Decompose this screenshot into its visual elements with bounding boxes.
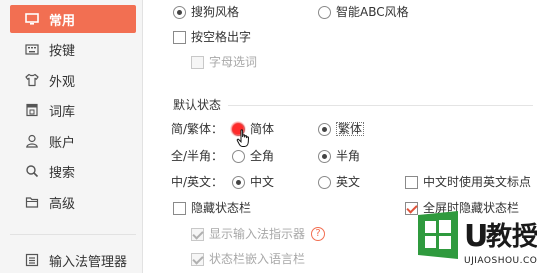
traditional-radio[interactable] xyxy=(318,123,331,136)
half-width-radio[interactable] xyxy=(318,150,331,163)
english-punct-label: 中文时使用英文标点 xyxy=(423,175,532,189)
sidebar-item-advanced[interactable]: 高级 xyxy=(10,188,136,216)
full-width-radio[interactable] xyxy=(232,150,245,163)
shirt-icon xyxy=(25,73,39,87)
watermark-url: UJIAOSHOU.COM xyxy=(464,256,537,266)
sidebar-item-ime-manager[interactable]: 输入法管理器 xyxy=(10,246,136,273)
watermark: U 教授 UJIAOSHOU.COM xyxy=(412,200,537,273)
chinese-radio[interactable] xyxy=(232,176,245,189)
user-icon xyxy=(25,134,39,148)
hide-status-bar-checkbox[interactable] xyxy=(173,202,186,215)
sidebar-item-label: 词库 xyxy=(49,104,76,120)
sidebar-item-appearance[interactable]: 外观 xyxy=(10,66,136,94)
english-radio[interactable] xyxy=(318,176,331,189)
hide-status-bar-label: 隐藏状态栏 xyxy=(191,201,252,215)
help-icon[interactable]: ? xyxy=(311,227,325,241)
sidebar-divider xyxy=(10,234,136,235)
sidebar-item-label: 高级 xyxy=(49,196,76,212)
sidebar-item-label: 外观 xyxy=(49,74,76,90)
list-icon xyxy=(25,253,39,267)
abc-style-radio[interactable] xyxy=(318,6,331,19)
full-width-label: 全角 xyxy=(250,149,275,163)
default-state-title: 默认状态 xyxy=(173,98,222,112)
letter-select-checkbox[interactable] xyxy=(191,56,204,69)
keyboard-icon xyxy=(25,42,39,56)
chinese-label: 中文 xyxy=(250,175,275,189)
sidebar-item-keys[interactable]: 按键 xyxy=(10,35,136,63)
watermark-brand-u: U xyxy=(464,219,489,254)
embed-lang-bar-label: 状态栏嵌入语言栏 xyxy=(209,252,306,266)
letter-select-label: 字母选词 xyxy=(209,55,258,69)
english-label: 英文 xyxy=(336,175,361,189)
book-icon xyxy=(25,103,39,117)
show-indicator-checkbox[interactable] xyxy=(191,228,204,241)
simp-trad-label: 简/繁体： xyxy=(171,122,224,136)
sidebar-item-search[interactable]: 搜索 xyxy=(10,157,136,185)
simplified-label: 简体 xyxy=(250,122,275,136)
sidebar-item-account[interactable]: 账户 xyxy=(10,127,136,155)
watermark-brand-text: 教授 xyxy=(486,222,537,252)
sogou-style-radio[interactable] xyxy=(173,6,186,19)
windows-logo-icon xyxy=(416,210,460,260)
search-icon xyxy=(25,164,39,178)
hand-cursor-icon xyxy=(236,129,252,149)
sidebar: 常用 按键 外观 词库 账户 搜索 高级 输入法管理器 xyxy=(0,0,143,273)
sogou-style-label: 搜狗风格 xyxy=(191,5,240,19)
space-output-label: 按空格出字 xyxy=(191,30,252,44)
section-divider xyxy=(228,105,533,106)
embed-lang-bar-checkbox[interactable] xyxy=(191,253,204,266)
sidebar-item-label: 按键 xyxy=(49,43,76,59)
english-punct-checkbox[interactable] xyxy=(405,176,418,189)
sidebar-item-label: 搜索 xyxy=(49,165,76,181)
sidebar-item-common[interactable]: 常用 xyxy=(10,5,136,33)
full-half-label: 全/半角： xyxy=(171,149,224,163)
sidebar-item-label: 输入法管理器 xyxy=(49,254,128,270)
space-output-checkbox[interactable] xyxy=(173,31,186,44)
folder-icon xyxy=(25,195,39,209)
monitor-icon xyxy=(25,12,39,26)
abc-style-label: 智能ABC风格 xyxy=(336,5,409,19)
half-width-label: 半角 xyxy=(336,149,361,163)
sidebar-item-dictionary[interactable]: 词库 xyxy=(10,96,136,124)
cn-en-label: 中/英文： xyxy=(171,175,224,189)
sidebar-item-label: 常用 xyxy=(49,13,76,29)
traditional-label: 繁体 xyxy=(336,122,365,136)
show-indicator-label: 显示输入法指示器 xyxy=(209,227,306,241)
sidebar-item-label: 账户 xyxy=(49,135,76,151)
